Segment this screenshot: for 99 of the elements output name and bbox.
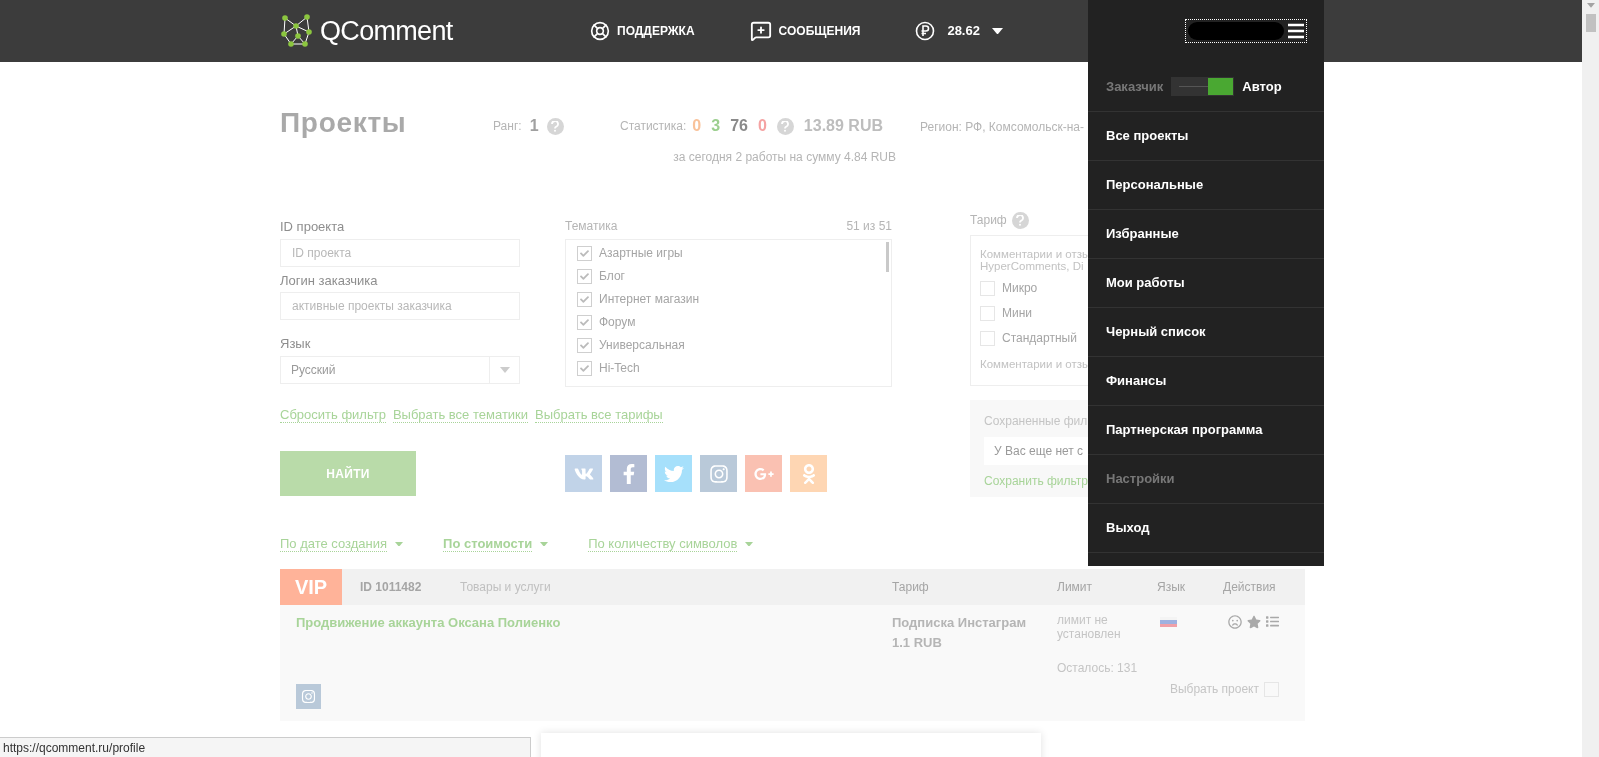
instagram-icon [296, 684, 321, 709]
balance-amount[interactable]: 28.62 [947, 21, 980, 41]
social-logo-icon [708, 463, 729, 484]
menu-item[interactable]: Избранные [1088, 210, 1324, 259]
project-id-field[interactable]: ID проекта [280, 239, 520, 267]
status-url: https://qcomment.ru/profile [0, 737, 531, 757]
topics-count: 51 из 51 [846, 218, 892, 235]
star-icon[interactable] [1247, 615, 1261, 629]
role-label: Заказчик [1106, 77, 1164, 96]
sort-caret-icon [395, 541, 404, 547]
field-label: Тариф [970, 212, 1007, 229]
menu-item[interactable]: Мои работы [1088, 259, 1324, 308]
topic-label: Азартные игры [599, 246, 683, 261]
checkbox[interactable] [980, 306, 995, 321]
check-icon [580, 295, 589, 304]
menu-item[interactable]: Все проекты [1088, 112, 1324, 161]
region-text: Регион: РФ, Комсомольск-на- [920, 119, 1085, 136]
checkbox[interactable] [980, 281, 995, 296]
nav-link[interactable]: СООБЩЕНИЯ [749, 20, 861, 42]
check-icon [580, 272, 589, 281]
social-button[interactable] [610, 455, 647, 492]
tariff-name: Подписка Инстаграм [892, 614, 1027, 632]
scrollbar-thumb[interactable] [1585, 13, 1596, 32]
help-icon[interactable] [776, 117, 794, 135]
logo-icon [280, 14, 314, 48]
menu-item[interactable]: Персональные [1088, 161, 1324, 210]
menu-icon[interactable] [1288, 23, 1304, 39]
nav-link[interactable]: ПОДДЕРЖКА [590, 21, 695, 41]
stats-label: Статистика: [619, 118, 687, 135]
menu-item[interactable]: Финансы [1088, 357, 1324, 406]
field-label: ID проекта [280, 218, 346, 236]
topic-label: Универсальная [599, 338, 685, 353]
checkbox[interactable] [577, 338, 592, 353]
field-label: Логин заказчика [280, 272, 379, 290]
scrollbar[interactable] [1582, 0, 1599, 757]
social-button[interactable] [655, 455, 692, 492]
social-logo-icon [663, 463, 684, 484]
topic-label: Интернет магазин [599, 292, 700, 307]
sort-caret-icon [745, 541, 754, 547]
ruble-icon [915, 21, 936, 41]
column-header: Лимит [1057, 579, 1094, 596]
menu-item[interactable]: Выход [1088, 504, 1324, 553]
dropdown-caret-icon [499, 367, 510, 373]
tariff-label: Мини [1002, 306, 1033, 321]
page-title: Проекты [280, 106, 408, 140]
stat-value: 0 [757, 116, 767, 136]
topic-label: Форум [599, 315, 636, 330]
social-button[interactable] [565, 455, 602, 492]
checkbox[interactable] [577, 361, 592, 376]
column-header: Язык [1157, 579, 1187, 596]
check-icon [580, 341, 589, 350]
customer-login-field[interactable]: активные проекты заказчика [280, 292, 520, 320]
checkbox[interactable] [980, 331, 995, 346]
stat-value: 76 [730, 116, 748, 136]
tariff-price: 1.1 RUB [892, 634, 943, 652]
field-label: Язык [280, 335, 312, 353]
checkbox[interactable] [577, 315, 592, 330]
scrollbar-thumb[interactable] [886, 242, 889, 272]
checkbox[interactable] [577, 292, 592, 307]
social-button[interactable] [700, 455, 737, 492]
frown-icon[interactable] [1228, 615, 1242, 629]
vip-badge: VIP [280, 569, 342, 605]
field-label: Тематика [565, 218, 618, 235]
tariff-label: Стандартный [1002, 331, 1077, 346]
list-icon[interactable] [1266, 615, 1279, 628]
tariff-label: Микро [1002, 281, 1038, 296]
role-switch[interactable] [1171, 77, 1235, 96]
checkbox[interactable] [577, 269, 592, 284]
rank-label: Ранг: [493, 118, 522, 135]
menu-item[interactable]: Партнерская программа [1088, 406, 1324, 455]
check-icon [580, 318, 589, 327]
scroll-up-icon [1586, 3, 1595, 8]
tariff-group-subtitle: HyperComments, Di [980, 260, 1085, 272]
russian-flag-icon [1160, 617, 1177, 627]
check-icon [580, 249, 589, 258]
column-header: Тариф [892, 579, 930, 596]
stats-sum: 13.89 RUB [803, 116, 883, 136]
project-id: ID 1011482 [360, 579, 423, 596]
topic-label: Hi-Tech [599, 361, 640, 376]
message-plus-icon [749, 20, 772, 42]
stat-value: 0 [692, 116, 702, 136]
stat-value: 3 [711, 116, 721, 136]
today-summary: за сегодня 2 работы на сумму 4.84 RUB [673, 149, 896, 166]
checkbox[interactable] [577, 246, 592, 261]
sort-caret-icon [540, 541, 549, 547]
switch-thumb[interactable] [1208, 78, 1234, 95]
column-header: Действия [1223, 579, 1277, 596]
social-button[interactable] [790, 455, 827, 492]
help-icon[interactable] [1011, 211, 1029, 229]
topic-label: Блог [599, 269, 625, 284]
rank-value: 1 [529, 116, 539, 136]
balance-caret-icon [991, 27, 1003, 35]
role-label: Автор [1242, 77, 1282, 96]
menu-item[interactable]: Черный список [1088, 308, 1324, 357]
lifebuoy-icon [590, 21, 610, 41]
check-icon [580, 364, 589, 373]
logo-text[interactable]: QComment [320, 10, 453, 52]
social-button[interactable] [745, 455, 782, 492]
help-icon[interactable] [546, 117, 564, 135]
